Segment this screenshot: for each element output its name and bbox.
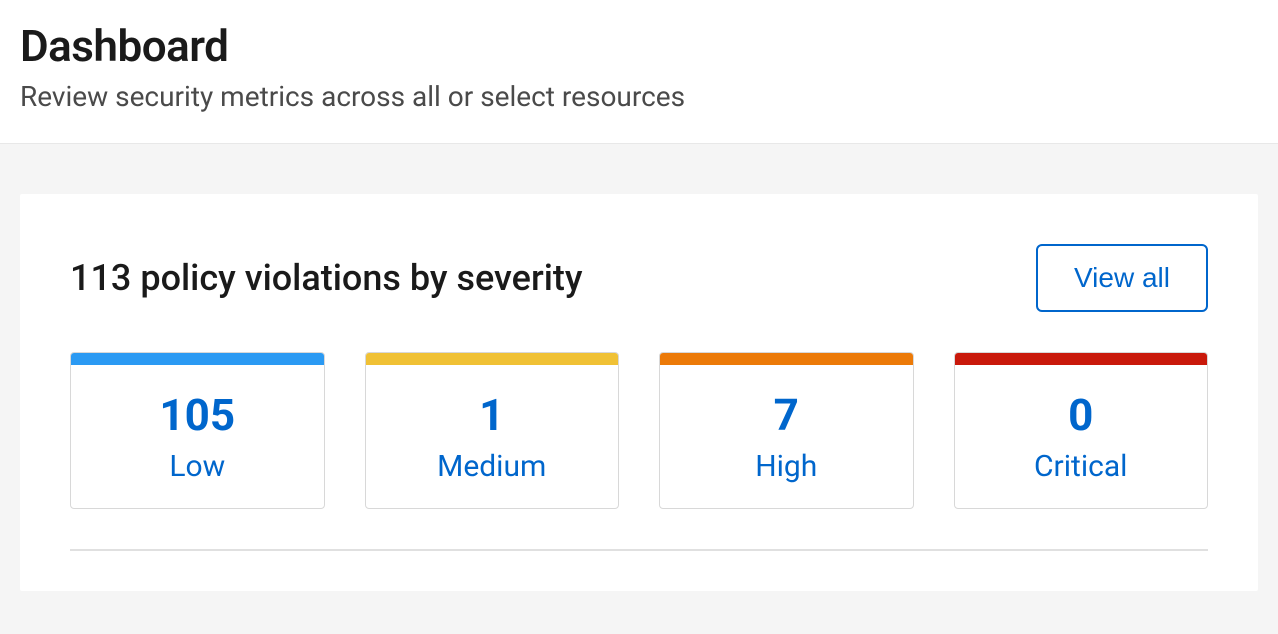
severity-bar-low [71, 353, 324, 365]
severity-card-high[interactable]: 7 High [659, 352, 914, 509]
page-subtitle: Review security metrics across all or se… [20, 80, 1258, 113]
severity-card-medium[interactable]: 1 Medium [365, 352, 620, 509]
severity-card-critical[interactable]: 0 Critical [954, 352, 1209, 509]
severity-bar-medium [366, 353, 619, 365]
severity-card-low[interactable]: 105 Low [70, 352, 325, 509]
violations-card-header: 113 policy violations by severity View a… [70, 244, 1208, 312]
content-area: 113 policy violations by severity View a… [0, 144, 1278, 591]
severity-count: 0 [955, 389, 1208, 441]
severity-label: Medium [366, 449, 619, 484]
severity-label: Critical [955, 449, 1208, 484]
page-title: Dashboard [20, 20, 1258, 72]
page-header: Dashboard Review security metrics across… [0, 0, 1278, 144]
violations-card-title: 113 policy violations by severity [70, 257, 583, 299]
card-divider [70, 549, 1208, 551]
severity-count: 105 [71, 389, 324, 441]
severity-grid: 105 Low 1 Medium 7 High 0 Critical [70, 352, 1208, 509]
view-all-button[interactable]: View all [1036, 244, 1208, 312]
severity-bar-critical [955, 353, 1208, 365]
violations-card: 113 policy violations by severity View a… [20, 194, 1258, 591]
severity-bar-high [660, 353, 913, 365]
severity-count: 7 [660, 389, 913, 441]
severity-label: Low [71, 449, 324, 484]
severity-count: 1 [366, 389, 619, 441]
severity-label: High [660, 449, 913, 484]
